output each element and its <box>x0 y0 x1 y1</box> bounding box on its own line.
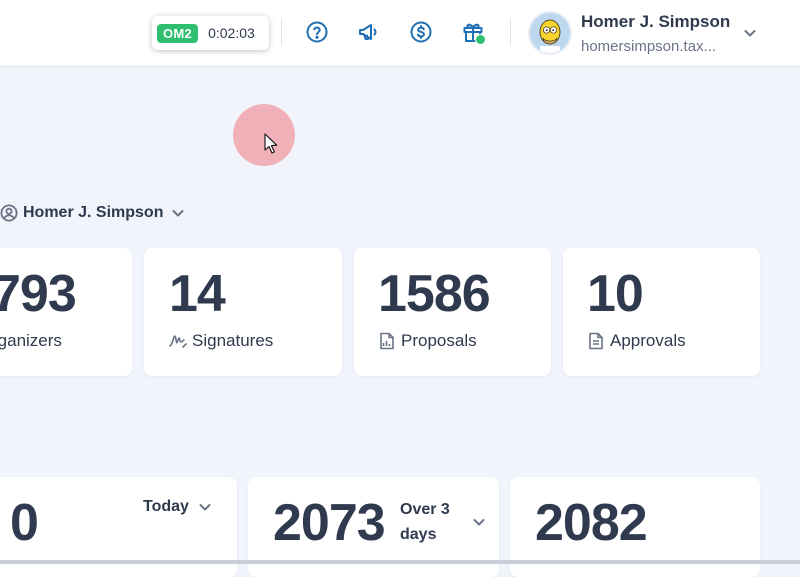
approval-doc-icon <box>587 332 605 350</box>
top-bar: OM2 0:02:03 Homer J. Simpson homersimpso… <box>0 0 800 67</box>
stat-value: 2082 <box>535 494 648 552</box>
chevron-down-icon <box>472 515 486 529</box>
stat-label: Signatures <box>169 331 273 351</box>
stat-value: 14 <box>169 265 226 323</box>
stat-label: Approvals <box>587 331 686 351</box>
help-icon[interactable] <box>305 20 329 44</box>
stat-card-approvals[interactable]: 10 Approvals <box>563 248 760 376</box>
stat-label-text: rganizers <box>0 331 62 350</box>
mouse-cursor-icon <box>264 133 278 155</box>
range-label-line2: days <box>400 526 437 543</box>
chevron-down-icon <box>171 206 185 220</box>
user-name[interactable]: Homer J. Simpson <box>581 12 730 32</box>
stat-value: 10 <box>587 265 644 323</box>
announcement-icon[interactable] <box>357 20 381 44</box>
signature-icon <box>169 332 187 350</box>
stat-value: 0 <box>10 494 39 552</box>
stat-value: 1586 <box>378 265 491 323</box>
notification-dot <box>475 34 486 45</box>
user-circle-icon <box>0 204 18 222</box>
stat-value: 2073 <box>273 494 386 552</box>
stat-label-text: Proposals <box>401 331 477 350</box>
user-filter-label: Homer J. Simpson <box>23 204 164 221</box>
stat-card-organizers[interactable]: 793 rganizers <box>0 248 132 376</box>
stat-label-text: Signatures <box>192 331 274 350</box>
billing-icon[interactable] <box>409 20 433 44</box>
stat-value: 793 <box>0 265 77 323</box>
session-timer[interactable]: OM2 0:02:03 <box>152 16 269 50</box>
stat-label-text: Approvals <box>610 331 686 350</box>
chevron-down-icon <box>198 500 212 514</box>
range-select[interactable]: Over 3 days <box>400 497 486 547</box>
user-email: homersimpson.tax... <box>581 38 717 55</box>
avatar[interactable] <box>530 13 570 53</box>
range-label-line1: Over 3 <box>400 501 450 518</box>
chevron-down-icon[interactable] <box>742 25 758 41</box>
divider <box>510 18 511 46</box>
stat-card-proposals[interactable]: 1586 Proposals <box>354 248 551 376</box>
range-label: Over 3 days <box>400 497 450 547</box>
timer-elapsed: 0:02:03 <box>208 25 255 41</box>
gift-icon[interactable] <box>461 20 486 45</box>
user-filter-dropdown[interactable]: Homer J. Simpson <box>0 201 185 225</box>
range-label: Today <box>143 498 189 515</box>
range-select[interactable]: Today <box>143 498 212 516</box>
stat-label: rganizers <box>0 331 62 351</box>
timer-badge: OM2 <box>157 23 199 43</box>
divider <box>281 18 282 46</box>
stat-card-signatures[interactable]: 14 Signatures <box>144 248 342 376</box>
proposal-doc-icon <box>378 332 396 350</box>
stat-label: Proposals <box>378 331 477 351</box>
window-bottom-edge <box>0 560 800 564</box>
